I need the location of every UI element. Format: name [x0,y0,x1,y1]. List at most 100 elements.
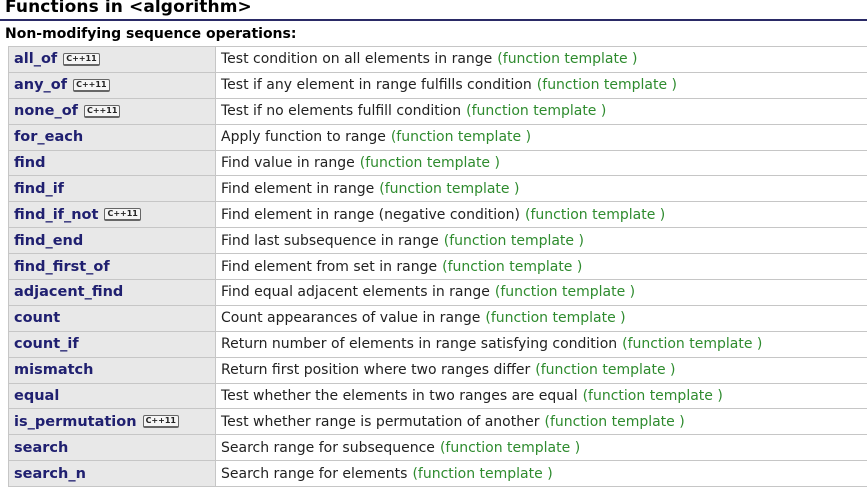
table-row: adjacent_find Find equal adjacent element… [8,280,867,306]
page-title: Functions in <algorithm> [5,0,252,17]
function-description-cell: Count appearances of value in range (func… [216,306,867,331]
function-type-label: (function template ) [443,232,584,249]
function-link-count-if[interactable]: count_if [14,336,79,352]
function-link-search[interactable]: search [14,440,68,456]
table-row: count_if Return number of elements in ran… [8,331,867,358]
function-description-cell: Return first position where two ranges d… [216,358,867,383]
function-description: Test if no elements fulfill condition [221,103,462,120]
cxx11-badge-icon: C++11 [142,415,179,429]
cxx11-badge-icon: C++11 [63,52,100,66]
function-description-cell: Test condition on all elements in range(… [216,47,867,72]
function-link-find-if-not[interactable]: find_if_not [14,207,98,223]
function-link-find-if[interactable]: find_if [14,181,64,197]
table-row: any_of C++11 Test if any element in range … [8,72,867,99]
function-description: Test if any element in range fulfills co… [221,77,532,94]
function-description-cell: Test whether the elements in two ranges … [216,384,867,409]
function-type-label: (function template ) [622,336,763,353]
function-link-find-end[interactable]: find_end [14,233,83,249]
function-type-label: (function template ) [525,206,666,223]
cxx11-badge-icon: C++11 [73,78,110,92]
function-description: Find element in range (negative conditio… [221,206,521,223]
function-name-cell: mismatch [8,357,216,383]
function-name-cell: equal [8,383,216,409]
table-row: find_first_of Find element from set in ra… [8,254,867,281]
cxx11-badge-icon: C++11 [104,208,141,222]
section-heading: Non-modifying sequence operations: [5,26,297,42]
function-link-mismatch[interactable]: mismatch [14,362,93,378]
function-description: Find element in range [221,180,375,197]
function-link-adjacent-find[interactable]: adjacent_find [14,284,123,300]
table-row: find Find value in range (function templat… [8,150,867,177]
function-description: Return number of elements in range satis… [221,336,618,353]
function-link-find[interactable]: find [14,155,45,171]
table-row: find_if_not C++11 Find element in range (n… [8,202,867,229]
function-description-cell: Find element in range (negative conditio… [216,202,867,227]
function-link-for-each[interactable]: for_each [14,129,83,145]
function-description: Find last subsequence in range [221,232,439,249]
function-description: Find element from set in range [221,258,438,275]
function-link-find-first-of[interactable]: find_first_of [14,259,110,275]
function-description: Search range for subsequence [221,439,435,456]
table-row: none_of C++11 Test if no elements fulfill … [8,98,867,125]
function-type-label: (function template ) [582,388,723,405]
function-link-none-of[interactable]: none_of [14,103,78,119]
function-description: Find value in range [221,155,355,171]
function-name-cell: find_first_of [8,254,216,280]
function-name-cell: count_if [8,331,216,357]
function-name-cell: none_of C++11 [8,98,216,124]
function-description-cell: Search range for elements (function templ… [216,461,867,486]
function-name-cell: for_each [8,124,216,150]
table-row: equal Test whether the elements in two ra… [8,383,867,410]
function-type-label: (function template ) [466,103,607,120]
function-link-any-of[interactable]: any_of [14,77,67,93]
function-type-label: (function template ) [442,258,583,275]
function-description: Test whether range is permutation of ano… [221,413,540,430]
function-description-cell: Find equal adjacent elements in range (fu… [216,280,867,305]
table-row: count Count appearances of value in range… [8,305,867,332]
function-type-label: (function template ) [379,180,520,197]
function-description: Count appearances of value in range [221,310,481,327]
function-name-cell: adjacent_find [8,280,216,305]
table-row: find_end Find last subsequence in range (f… [8,228,867,255]
function-description-cell: Find value in range (function template ) [216,151,867,176]
function-link-count[interactable]: count [14,310,60,326]
function-link-search-n[interactable]: search_n [14,466,86,482]
function-name-cell: search [8,435,216,461]
table-row: search_n Search range for elements (functi… [8,461,867,488]
function-name-cell: find_end [8,228,216,254]
function-description: Test condition on all elements in range [221,51,493,68]
function-type-label: (function template ) [536,77,678,94]
functions-table: all_of C++11 Test condition on all element… [8,46,867,488]
table-row: search Search range for subsequence (funct… [8,435,867,462]
function-description-cell: Search range for subsequence (function te… [216,435,867,460]
function-type-label: (function template ) [485,310,626,327]
function-link-equal[interactable]: equal [14,388,59,404]
function-description: Test whether the elements in two ranges … [221,388,578,405]
function-link-is-permutation[interactable]: is_permutation [14,414,137,430]
function-description: Find equal adjacent elements in range [221,284,490,301]
function-description: Search range for elements [221,465,408,482]
function-description-cell: Find element in range (function template … [216,176,867,201]
function-description-cell: Test whether range is permutation of ano… [216,409,867,434]
cxx11-badge-icon: C++11 [83,104,121,118]
function-description-cell: Return number of elements in range satis… [216,332,867,357]
function-name-cell: is_permutation C++11 [8,409,216,435]
function-type-label: (function template ) [494,284,636,301]
function-type-label: (function template ) [497,51,638,68]
table-row: for_each Apply function to range (function… [8,124,867,151]
function-link-all-of[interactable]: all_of [14,51,57,67]
function-description-cell: Test if any element in range fulfills co… [216,73,867,98]
function-description-cell: Apply function to range (function templat… [216,125,867,150]
function-name-cell: any_of C++11 [8,72,216,98]
function-description-cell: Test if no elements fulfill condition (fu… [216,99,867,124]
function-name-cell: count [8,305,216,331]
function-type-label: (function template ) [412,465,553,482]
function-name-cell: find [8,150,216,176]
table-row: mismatch Return first position where two … [8,357,867,384]
function-description: Apply function to range [221,129,386,146]
table-row: all_of C++11 Test condition on all element… [8,47,867,73]
function-type-label: (function template ) [544,413,685,430]
function-name-cell: find_if [8,176,216,202]
function-name-cell: find_if_not C++11 [8,202,216,228]
table-row: find_if Find element in range (function te… [8,176,867,203]
